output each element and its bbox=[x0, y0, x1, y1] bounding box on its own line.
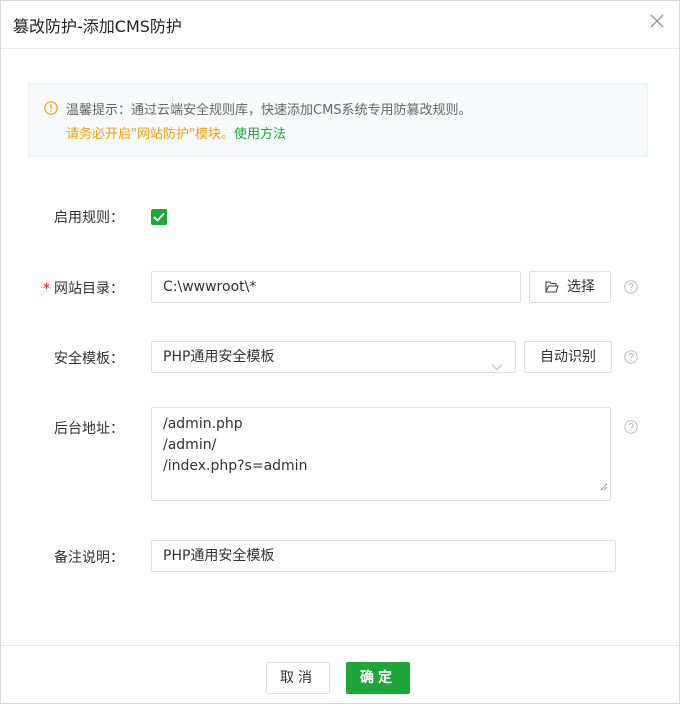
required-mark: * bbox=[43, 281, 50, 297]
select-dir-label: 选择 bbox=[567, 279, 595, 295]
help-icon[interactable] bbox=[624, 280, 638, 294]
dialog-footer: 取消 确定 bbox=[1, 645, 679, 703]
enable-rule-checkbox[interactable] bbox=[151, 209, 167, 225]
tip-text: 温馨提示：通过云端安全规则库，快速添加CMS系统专用防篡改规则。 bbox=[66, 103, 472, 118]
tip-warning: 请务必开启"网站防护"模块。 bbox=[66, 127, 234, 142]
usage-link[interactable]: 使用方法 bbox=[234, 127, 286, 142]
tip-box: 温馨提示：通过云端安全规则库，快速添加CMS系统专用防篡改规则。 请务必开启"网… bbox=[28, 83, 648, 157]
auto-detect-button[interactable]: 自动识别 bbox=[524, 341, 612, 373]
admin-url-line: /admin.php bbox=[163, 416, 243, 432]
folder-open-icon bbox=[545, 274, 559, 304]
enable-rule-label: 启用规则： bbox=[54, 210, 124, 226]
admin-url-label: 后台地址： bbox=[54, 421, 124, 437]
help-icon[interactable] bbox=[624, 350, 638, 364]
cancel-button[interactable]: 取消 bbox=[266, 662, 330, 694]
chevron-down-icon bbox=[491, 352, 503, 372]
dialog: 篡改防护-添加CMS防护 温馨提示：通过云端安全规则库，快速添加CMS系统专用防… bbox=[0, 0, 680, 704]
template-select-value: PHP通用安全模板 bbox=[163, 349, 275, 365]
dialog-header: 篡改防护-添加CMS防护 bbox=[1, 1, 679, 49]
template-label: 安全模板： bbox=[54, 351, 124, 367]
remark-input[interactable]: PHP通用安全模板 bbox=[151, 540, 616, 572]
site-dir-input[interactable]: C:\wwwroot\* bbox=[151, 271, 521, 303]
confirm-button[interactable]: 确定 bbox=[346, 662, 410, 694]
close-icon[interactable] bbox=[649, 13, 665, 29]
admin-url-line: /admin/ bbox=[163, 437, 217, 453]
select-dir-button[interactable]: 选择 bbox=[529, 271, 611, 303]
help-icon[interactable] bbox=[624, 420, 638, 434]
site-dir-label: 网站目录： bbox=[54, 281, 124, 297]
info-circle-icon bbox=[44, 101, 58, 115]
admin-url-line: /index.php?s=admin bbox=[163, 458, 308, 474]
resize-handle-icon[interactable] bbox=[600, 477, 608, 498]
remark-label: 备注说明： bbox=[54, 550, 124, 566]
site-dir-label-row: * 网站目录： bbox=[1, 278, 124, 298]
dialog-title: 篡改防护-添加CMS防护 bbox=[13, 17, 182, 36]
template-select[interactable]: PHP通用安全模板 bbox=[151, 341, 516, 373]
tip-warning-line: 请务必开启"网站防护"模块。使用方法 bbox=[66, 123, 286, 142]
admin-url-textarea[interactable]: /admin.php /admin/ /index.php?s=admin bbox=[151, 407, 611, 501]
